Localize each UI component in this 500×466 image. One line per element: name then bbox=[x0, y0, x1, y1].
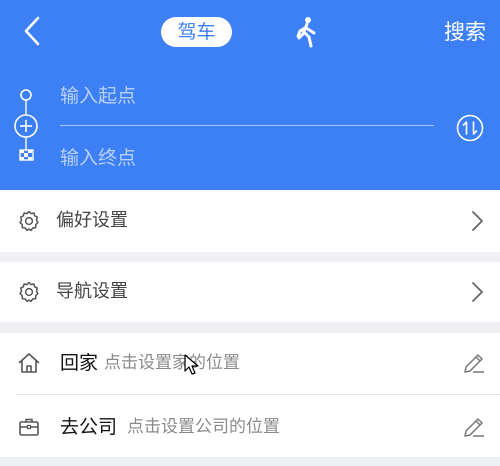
home-name: 回家 bbox=[60, 352, 99, 374]
search-button[interactable]: 搜索 bbox=[444, 16, 486, 48]
navigation-settings-row[interactable]: 导航设置 bbox=[0, 263, 500, 321]
edit-home-button[interactable] bbox=[462, 351, 486, 375]
swap-icon bbox=[456, 114, 484, 142]
edit-work-button[interactable] bbox=[462, 415, 486, 439]
end-point-input[interactable] bbox=[60, 138, 432, 178]
preference-card: 偏好设置 bbox=[0, 190, 500, 252]
home-hint: 点击设置家的位置 bbox=[104, 353, 240, 373]
back-button[interactable] bbox=[18, 14, 48, 48]
chevron-left-icon bbox=[24, 16, 40, 46]
tab-walk[interactable] bbox=[294, 16, 318, 48]
home-icon bbox=[18, 353, 40, 373]
places-divider bbox=[16, 394, 500, 395]
navigation-settings-label: 导航设置 bbox=[56, 281, 128, 302]
tab-drive[interactable]: 驾车 bbox=[161, 17, 232, 47]
walk-icon bbox=[296, 17, 316, 48]
preference-settings-label: 偏好设置 bbox=[56, 210, 128, 231]
navigation-card: 导航设置 bbox=[0, 262, 500, 322]
swap-route-button[interactable] bbox=[455, 113, 485, 143]
preference-settings-row[interactable]: 偏好设置 bbox=[0, 192, 500, 250]
route-points-icon bbox=[14, 89, 38, 161]
home-row[interactable]: 回家 点击设置家的位置 bbox=[0, 334, 500, 392]
gear-icon bbox=[19, 281, 39, 303]
chevron-right-icon bbox=[472, 211, 483, 231]
input-divider bbox=[60, 125, 434, 126]
chevron-right-icon bbox=[472, 282, 483, 302]
gear-icon bbox=[19, 210, 39, 232]
briefcase-icon bbox=[19, 418, 39, 436]
route-header: 驾车 搜索 bbox=[0, 0, 500, 190]
work-row[interactable]: 去公司 点击设置公司的位置 bbox=[0, 398, 500, 456]
work-hint: 点击设置公司的位置 bbox=[127, 417, 280, 437]
start-point-input[interactable] bbox=[60, 76, 432, 116]
work-name: 去公司 bbox=[60, 416, 118, 438]
